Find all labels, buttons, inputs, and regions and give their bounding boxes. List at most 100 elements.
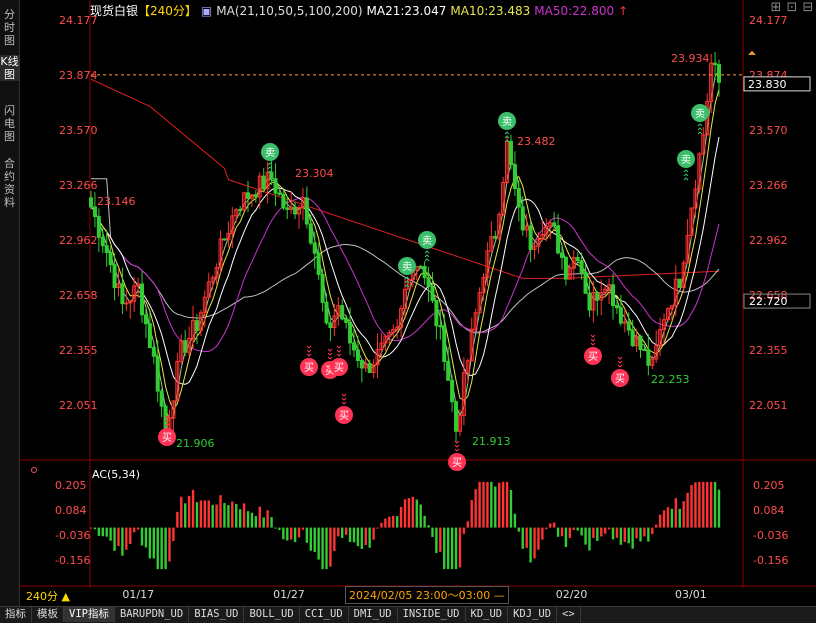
- tab-barupdn[interactable]: BARUPDN_UD: [115, 607, 190, 622]
- ac-bar: [580, 527, 583, 536]
- buy-arrow-icon: [336, 349, 342, 353]
- buy-arrow-icon: [327, 356, 333, 360]
- ac-bar: [368, 527, 371, 548]
- tab-kd[interactable]: KD_UD: [466, 607, 509, 622]
- ac-title: AC(5,34): [92, 468, 140, 481]
- ac-settings-icon: [31, 467, 37, 473]
- minimize-icon[interactable]: ⊟: [800, 0, 816, 15]
- x-axis-label: 02/20: [556, 588, 588, 601]
- period-button[interactable]: 240分 ▲: [26, 588, 70, 604]
- candle-body: [304, 197, 309, 225]
- sell-arrow-icon: [697, 127, 703, 131]
- ac-bar: [584, 527, 587, 545]
- ac-bar: [235, 504, 238, 528]
- ac-bar: [560, 527, 564, 537]
- ac-tick-left: -0.156: [55, 554, 90, 567]
- ac-bar: [596, 527, 599, 541]
- buy-marker-label: 买: [588, 351, 598, 363]
- layout-icon[interactable]: ⊞: [768, 0, 784, 15]
- candle-body: [92, 206, 97, 218]
- candle-body: [277, 192, 282, 195]
- kline-chart[interactable]: 24.177 24.17723.874 23.87423.570 23.57023.2…: [19, 0, 816, 606]
- tab-bias[interactable]: BIAS_UD: [189, 607, 245, 622]
- chart-area[interactable]: 24.177 24.177 23.874 23.874 23.570 23.570 23.2…: [19, 0, 816, 606]
- sell-arrow-icon: [683, 173, 689, 177]
- candle-body: [560, 252, 564, 258]
- tab-cci[interactable]: CCI_UD: [300, 607, 349, 622]
- ac-bar: [564, 527, 568, 548]
- ac-bar: [486, 481, 489, 528]
- ac-bar: [360, 527, 364, 549]
- ac-bar: [246, 511, 250, 528]
- restore-icon[interactable]: ⊡: [784, 0, 800, 15]
- ac-bar: [713, 481, 717, 528]
- ac-bar: [89, 527, 93, 529]
- ac-bar: [607, 527, 611, 530]
- ac-bar: [619, 527, 623, 545]
- tab-scroll[interactable]: <>: [557, 607, 581, 622]
- tab-kline[interactable]: K线图: [0, 55, 19, 81]
- ac-bar: [435, 527, 438, 554]
- indicator-tab-bar: 指标 模板 VIP指标 BARUPDN_UD BIAS_UD BOLL_UD C…: [0, 606, 816, 623]
- candle-body: [579, 260, 584, 273]
- candle-body: [438, 325, 443, 328]
- ac-bar: [121, 527, 124, 556]
- ac-bar: [184, 503, 187, 528]
- ac-bar: [191, 489, 195, 528]
- candle-body: [96, 216, 101, 238]
- ac-bar: [282, 527, 285, 540]
- ac-bar: [297, 527, 301, 538]
- tab-lightning[interactable]: 闪电图: [0, 104, 19, 143]
- sell-arrow-icon: [504, 131, 510, 135]
- ac-bar: [195, 502, 199, 528]
- tab-template[interactable]: 模板: [32, 607, 64, 622]
- candle-body: [308, 223, 313, 244]
- ac-bar: [588, 527, 591, 551]
- ac-bar: [631, 527, 634, 549]
- ac-bar: [168, 527, 171, 562]
- tab-contract-info[interactable]: 合约资料: [0, 157, 19, 209]
- ma10-value: MA10:23.483: [450, 4, 531, 18]
- ac-bar: [549, 523, 552, 528]
- tab-vip-indicator[interactable]: VIP指标: [64, 607, 115, 622]
- ac-bar: [180, 496, 183, 528]
- buy-arrow-icon: [336, 345, 342, 349]
- ac-bar: [262, 517, 265, 528]
- candle-body: [508, 140, 513, 166]
- ac-bar: [541, 527, 544, 540]
- sell-arrow-icon: [683, 177, 689, 181]
- candle-body: [155, 355, 160, 392]
- ac-bar: [419, 504, 422, 528]
- ac-bar: [258, 506, 261, 528]
- ac-bar: [356, 527, 360, 547]
- price-tick-left: 22.355: [59, 344, 98, 357]
- ac-bar: [278, 527, 281, 531]
- ac-bar: [325, 527, 328, 570]
- ac-tick-left: -0.036: [55, 529, 90, 542]
- ac-bar: [341, 527, 344, 538]
- ac-bar: [219, 495, 222, 528]
- tab-boll[interactable]: BOLL_UD: [244, 607, 300, 622]
- tab-timeline[interactable]: 分时图: [0, 8, 19, 47]
- tab-dmi[interactable]: DMI_UD: [349, 607, 398, 622]
- ac-bar: [293, 527, 297, 543]
- candle-body: [285, 207, 290, 210]
- candle-body: [434, 299, 439, 327]
- candle-body: [328, 322, 333, 328]
- ac-bar: [505, 481, 509, 528]
- ma50-value: MA50:22.800: [534, 4, 615, 18]
- buy-marker-label: 买: [615, 373, 625, 385]
- ac-bar: [105, 527, 108, 537]
- right-marker-label: 22.720: [749, 295, 788, 308]
- ac-bar: [717, 489, 721, 528]
- tab-inside[interactable]: INSIDE_UD: [398, 607, 466, 622]
- ac-bar: [148, 527, 152, 559]
- tab-kdj[interactable]: KDJ_UD: [508, 607, 558, 622]
- ac-bar: [611, 527, 615, 540]
- tab-indicator[interactable]: 指标: [0, 607, 32, 622]
- buy-arrow-icon: [454, 448, 460, 452]
- buy-arrow-icon: [341, 397, 347, 401]
- buy-arrow-icon: [454, 440, 460, 444]
- symbol-name: 现货白银: [90, 4, 139, 18]
- ac-bar: [364, 527, 367, 546]
